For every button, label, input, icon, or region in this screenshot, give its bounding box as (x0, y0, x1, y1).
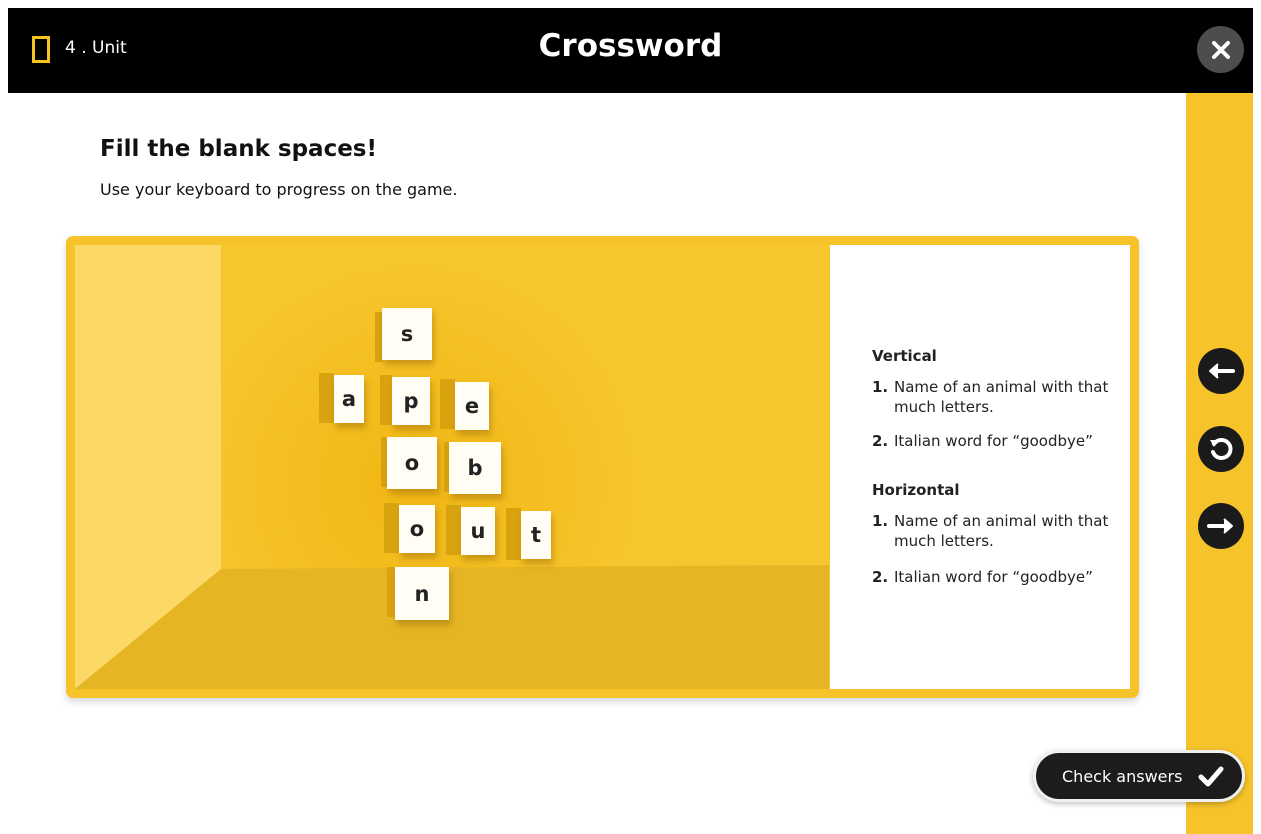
top-bar: 4 . Unit Crossword (8, 8, 1253, 93)
vertical-clue-1: 1. Name of an animal with that much lette… (872, 377, 1122, 417)
crossword-scene: s a p e o b o u t n (75, 245, 829, 689)
horizontal-clue-1: 1. Name of an animal with that much lette… (872, 511, 1122, 551)
clue-number: 1. (872, 378, 889, 396)
tile-letter: a (334, 375, 364, 423)
tile-letter: t (521, 511, 551, 559)
tile-letter: o (387, 437, 437, 489)
tile-letter: p (392, 377, 430, 425)
clue-text: Italian word for “goodbye” (894, 432, 1093, 450)
reset-icon (1210, 438, 1233, 460)
clue-number: 2. (872, 432, 889, 450)
vertical-clues-heading: Vertical (872, 347, 937, 365)
tile-letter: e (455, 382, 489, 430)
clue-text: Italian word for “goodbye” (894, 568, 1093, 586)
vertical-clue-2: 2. Italian word for “goodbye” (872, 431, 1122, 451)
tile-letter: b (449, 442, 501, 494)
instructions-subheading: Use your keyboard to progress on the gam… (100, 180, 458, 199)
tile-letter: o (399, 505, 435, 553)
tile-letter: u (461, 507, 495, 555)
close-icon (1211, 40, 1230, 59)
arrow-right-icon (1207, 518, 1233, 534)
horizontal-clues-heading: Horizontal (872, 481, 960, 499)
next-button[interactable] (1198, 503, 1244, 549)
previous-button[interactable] (1198, 348, 1244, 394)
clue-text: Name of an animal with that much letters… (894, 512, 1109, 550)
tile-letter: n (395, 567, 449, 620)
clue-number: 1. (872, 512, 889, 530)
check-answers-button[interactable]: Check answers (1033, 750, 1245, 802)
clues-panel: Vertical 1. Name of an animal with that m… (830, 245, 1130, 689)
clue-number: 2. (872, 568, 889, 586)
instructions-heading: Fill the blank spaces! (100, 136, 377, 162)
page-title: Crossword (538, 28, 723, 64)
reset-button[interactable] (1198, 426, 1244, 472)
clue-text: Name of an animal with that much letters… (894, 378, 1109, 416)
close-button[interactable] (1197, 26, 1244, 73)
tile-letter: s (382, 308, 432, 360)
check-answers-label: Check answers (1062, 766, 1183, 786)
horizontal-clue-2: 2. Italian word for “goodbye” (872, 567, 1122, 587)
arrow-left-icon (1209, 363, 1235, 379)
checkmark-icon (1198, 766, 1224, 787)
game-board: s a p e o b o u t n Vertical 1. Name of … (66, 236, 1139, 698)
